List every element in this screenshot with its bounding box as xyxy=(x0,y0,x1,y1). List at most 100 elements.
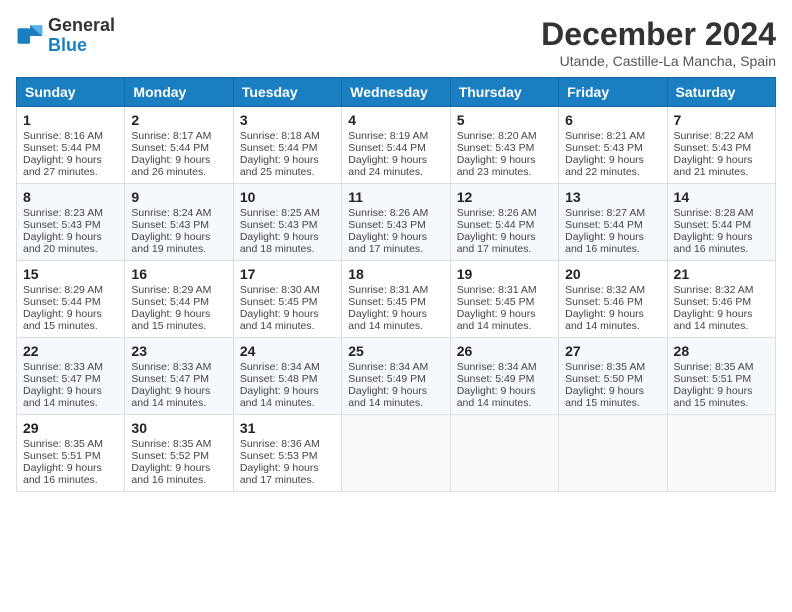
day-number: 7 xyxy=(674,112,769,128)
sunrise-label: Sunrise: 8:31 AM xyxy=(457,284,537,296)
sunrise-label: Sunrise: 8:34 AM xyxy=(348,361,428,373)
sunrise-label: Sunrise: 8:17 AM xyxy=(131,130,211,142)
sunrise-label: Sunrise: 8:28 AM xyxy=(674,207,754,219)
sunset-label: Sunset: 5:47 PM xyxy=(23,373,101,385)
calendar-cell: 22 Sunrise: 8:33 AM Sunset: 5:47 PM Dayl… xyxy=(17,338,125,415)
day-number: 28 xyxy=(674,343,769,359)
sunrise-label: Sunrise: 8:33 AM xyxy=(131,361,211,373)
calendar-cell: 29 Sunrise: 8:35 AM Sunset: 5:51 PM Dayl… xyxy=(17,415,125,492)
sunrise-label: Sunrise: 8:34 AM xyxy=(240,361,320,373)
daylight-label: Daylight: 9 hours and 17 minutes. xyxy=(457,231,536,255)
calendar-cell: 6 Sunrise: 8:21 AM Sunset: 5:43 PM Dayli… xyxy=(559,107,667,184)
calendar-cell: 26 Sunrise: 8:34 AM Sunset: 5:49 PM Dayl… xyxy=(450,338,558,415)
daylight-label: Daylight: 9 hours and 14 minutes. xyxy=(23,385,102,409)
daylight-label: Daylight: 9 hours and 16 minutes. xyxy=(674,231,753,255)
sunrise-label: Sunrise: 8:23 AM xyxy=(23,207,103,219)
calendar-cell: 25 Sunrise: 8:34 AM Sunset: 5:49 PM Dayl… xyxy=(342,338,450,415)
sunset-label: Sunset: 5:51 PM xyxy=(23,450,101,462)
sunrise-label: Sunrise: 8:33 AM xyxy=(23,361,103,373)
sunrise-label: Sunrise: 8:35 AM xyxy=(131,438,211,450)
col-monday: Monday xyxy=(125,78,233,107)
daylight-label: Daylight: 9 hours and 15 minutes. xyxy=(131,308,210,332)
daylight-label: Daylight: 9 hours and 18 minutes. xyxy=(240,231,319,255)
col-saturday: Saturday xyxy=(667,78,775,107)
col-wednesday: Wednesday xyxy=(342,78,450,107)
daylight-label: Daylight: 9 hours and 17 minutes. xyxy=(240,462,319,486)
day-number: 27 xyxy=(565,343,660,359)
calendar-cell: 1 Sunrise: 8:16 AM Sunset: 5:44 PM Dayli… xyxy=(17,107,125,184)
calendar-cell: 8 Sunrise: 8:23 AM Sunset: 5:43 PM Dayli… xyxy=(17,184,125,261)
day-number: 5 xyxy=(457,112,552,128)
page-header: General Blue December 2024 Utande, Casti… xyxy=(16,16,776,69)
sunset-label: Sunset: 5:45 PM xyxy=(348,296,426,308)
day-number: 14 xyxy=(674,189,769,205)
calendar-cell: 21 Sunrise: 8:32 AM Sunset: 5:46 PM Dayl… xyxy=(667,261,775,338)
daylight-label: Daylight: 9 hours and 17 minutes. xyxy=(348,231,427,255)
sunset-label: Sunset: 5:45 PM xyxy=(457,296,535,308)
col-friday: Friday xyxy=(559,78,667,107)
sunset-label: Sunset: 5:43 PM xyxy=(131,219,209,231)
daylight-label: Daylight: 9 hours and 27 minutes. xyxy=(23,154,102,178)
week-row-3: 15 Sunrise: 8:29 AM Sunset: 5:44 PM Dayl… xyxy=(17,261,776,338)
daylight-label: Daylight: 9 hours and 20 minutes. xyxy=(23,231,102,255)
sunset-label: Sunset: 5:46 PM xyxy=(565,296,643,308)
daylight-label: Daylight: 9 hours and 16 minutes. xyxy=(23,462,102,486)
sunset-label: Sunset: 5:49 PM xyxy=(348,373,426,385)
header-row: Sunday Monday Tuesday Wednesday Thursday… xyxy=(17,78,776,107)
sunset-label: Sunset: 5:46 PM xyxy=(674,296,752,308)
daylight-label: Daylight: 9 hours and 14 minutes. xyxy=(240,385,319,409)
sunrise-label: Sunrise: 8:26 AM xyxy=(457,207,537,219)
daylight-label: Daylight: 9 hours and 22 minutes. xyxy=(565,154,644,178)
calendar-cell: 19 Sunrise: 8:31 AM Sunset: 5:45 PM Dayl… xyxy=(450,261,558,338)
calendar-cell xyxy=(450,415,558,492)
sunrise-label: Sunrise: 8:25 AM xyxy=(240,207,320,219)
daylight-label: Daylight: 9 hours and 15 minutes. xyxy=(565,385,644,409)
daylight-label: Daylight: 9 hours and 14 minutes. xyxy=(674,308,753,332)
calendar-cell: 30 Sunrise: 8:35 AM Sunset: 5:52 PM Dayl… xyxy=(125,415,233,492)
sunrise-label: Sunrise: 8:29 AM xyxy=(131,284,211,296)
sunrise-label: Sunrise: 8:29 AM xyxy=(23,284,103,296)
day-number: 4 xyxy=(348,112,443,128)
logo-line1: General xyxy=(48,16,115,36)
day-number: 3 xyxy=(240,112,335,128)
sunrise-label: Sunrise: 8:18 AM xyxy=(240,130,320,142)
daylight-label: Daylight: 9 hours and 15 minutes. xyxy=(23,308,102,332)
day-number: 31 xyxy=(240,420,335,436)
sunset-label: Sunset: 5:44 PM xyxy=(131,296,209,308)
sunrise-label: Sunrise: 8:34 AM xyxy=(457,361,537,373)
day-number: 26 xyxy=(457,343,552,359)
day-number: 25 xyxy=(348,343,443,359)
calendar-cell: 9 Sunrise: 8:24 AM Sunset: 5:43 PM Dayli… xyxy=(125,184,233,261)
sunset-label: Sunset: 5:44 PM xyxy=(23,142,101,154)
daylight-label: Daylight: 9 hours and 23 minutes. xyxy=(457,154,536,178)
day-number: 20 xyxy=(565,266,660,282)
day-number: 24 xyxy=(240,343,335,359)
daylight-label: Daylight: 9 hours and 19 minutes. xyxy=(131,231,210,255)
calendar-cell: 2 Sunrise: 8:17 AM Sunset: 5:44 PM Dayli… xyxy=(125,107,233,184)
sunset-label: Sunset: 5:44 PM xyxy=(674,219,752,231)
calendar-cell: 31 Sunrise: 8:36 AM Sunset: 5:53 PM Dayl… xyxy=(233,415,341,492)
week-row-1: 1 Sunrise: 8:16 AM Sunset: 5:44 PM Dayli… xyxy=(17,107,776,184)
sunset-label: Sunset: 5:51 PM xyxy=(674,373,752,385)
sunrise-label: Sunrise: 8:20 AM xyxy=(457,130,537,142)
daylight-label: Daylight: 9 hours and 15 minutes. xyxy=(674,385,753,409)
calendar-cell: 4 Sunrise: 8:19 AM Sunset: 5:44 PM Dayli… xyxy=(342,107,450,184)
sunrise-label: Sunrise: 8:35 AM xyxy=(674,361,754,373)
daylight-label: Daylight: 9 hours and 16 minutes. xyxy=(131,462,210,486)
sunset-label: Sunset: 5:49 PM xyxy=(457,373,535,385)
title-area: December 2024 Utande, Castille-La Mancha… xyxy=(541,16,776,69)
calendar-cell: 15 Sunrise: 8:29 AM Sunset: 5:44 PM Dayl… xyxy=(17,261,125,338)
day-number: 8 xyxy=(23,189,118,205)
sunrise-label: Sunrise: 8:24 AM xyxy=(131,207,211,219)
sunrise-label: Sunrise: 8:26 AM xyxy=(348,207,428,219)
sunrise-label: Sunrise: 8:35 AM xyxy=(565,361,645,373)
sunset-label: Sunset: 5:44 PM xyxy=(457,219,535,231)
logo: General Blue xyxy=(16,16,115,56)
daylight-label: Daylight: 9 hours and 14 minutes. xyxy=(240,308,319,332)
week-row-2: 8 Sunrise: 8:23 AM Sunset: 5:43 PM Dayli… xyxy=(17,184,776,261)
sunset-label: Sunset: 5:43 PM xyxy=(23,219,101,231)
daylight-label: Daylight: 9 hours and 21 minutes. xyxy=(674,154,753,178)
week-row-4: 22 Sunrise: 8:33 AM Sunset: 5:47 PM Dayl… xyxy=(17,338,776,415)
day-number: 2 xyxy=(131,112,226,128)
daylight-label: Daylight: 9 hours and 16 minutes. xyxy=(565,231,644,255)
